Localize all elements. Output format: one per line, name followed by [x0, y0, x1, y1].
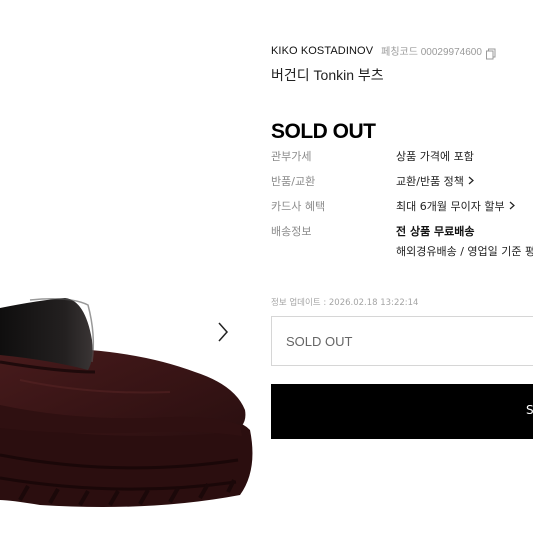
brand-name[interactable]: KIKO KOSTADINOV: [271, 45, 373, 57]
copy-icon[interactable]: [485, 45, 497, 59]
info-label: 반품/교환: [271, 175, 316, 188]
gallery-next-button[interactable]: [212, 318, 234, 346]
card-benefits-link[interactable]: 최대 6개월 무이자 할부: [396, 198, 515, 214]
option-select[interactable]: SOLD OUT: [271, 316, 533, 366]
product-title: 버건디 Tonkin 부츠: [271, 67, 384, 83]
buy-button-label: S: [526, 403, 533, 417]
brand-row: KIKO KOSTADINOV 페칭코드 00029974600: [271, 43, 497, 59]
product-image: [0, 298, 253, 508]
return-policy-link[interactable]: 교환/반품 정책: [396, 173, 474, 189]
shipping-detail: 해외경유배송 / 영업일 기준 평: [396, 245, 533, 258]
fetching-code: 페칭코드 00029974600: [381, 47, 482, 58]
chevron-right-icon: [218, 322, 229, 342]
shipping-free: 전 상품 무료배송: [396, 225, 475, 238]
chevron-right-icon: [509, 200, 515, 213]
update-timestamp: 정보 업데이트 : 2026.02.18 13:22:14: [271, 298, 419, 308]
sold-out-status: SOLD OUT: [271, 120, 376, 143]
info-label: 카드사 혜택: [271, 200, 326, 213]
return-policy-label: 교환/반품 정책: [396, 175, 464, 188]
option-select-value: SOLD OUT: [286, 334, 353, 349]
info-label: 배송정보: [271, 225, 312, 238]
card-benefits-label: 최대 6개월 무이자 할부: [396, 200, 505, 213]
info-label: 관부가세: [271, 150, 312, 163]
chevron-right-icon: [468, 175, 474, 188]
info-value: 상품 가격에 포함: [396, 150, 474, 163]
product-gallery: [0, 0, 255, 533]
buy-button[interactable]: S: [271, 384, 533, 439]
product-info-panel: KIKO KOSTADINOV 페칭코드 00029974600 버건디 Ton…: [271, 0, 533, 533]
